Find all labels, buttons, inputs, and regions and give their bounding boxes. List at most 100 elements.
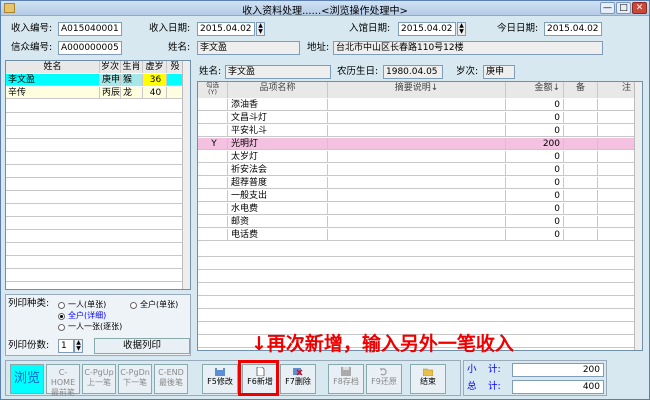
radio-household-detail[interactable]	[58, 313, 65, 320]
row-item: 电话费	[228, 229, 328, 241]
last-key: C-END	[158, 368, 184, 377]
address-label: 地址:	[307, 42, 330, 53]
row-amount: 0	[506, 112, 564, 124]
close-button[interactable]: ✕	[632, 2, 647, 14]
vertical-scrollbar[interactable]	[634, 82, 642, 350]
undo-icon	[380, 368, 387, 376]
col-year-header: 岁次	[100, 61, 121, 73]
row-year: 庚申	[100, 74, 121, 86]
radio-one-each[interactable]	[58, 324, 65, 331]
radio-household-single[interactable]	[130, 302, 137, 309]
row-age: 40	[143, 87, 167, 99]
row-item: 超荐普度	[228, 177, 328, 189]
row-check	[198, 112, 228, 124]
row-desc	[328, 164, 506, 176]
table-row[interactable]: 邮资 0	[198, 216, 636, 228]
prev-record-button[interactable]: C-PgUp 上一笔	[82, 364, 116, 394]
row-zodiac: 猴	[121, 74, 143, 86]
table-row[interactable]: 文昌斗灯 0	[198, 112, 636, 124]
believer-no-field[interactable]: A000000005	[58, 41, 122, 55]
edit-button[interactable]: F5修改	[202, 364, 238, 394]
row-age: 36	[143, 74, 167, 86]
vertical-scrollbar[interactable]	[182, 61, 190, 289]
table-row[interactable]: 一般支出 0	[198, 190, 636, 202]
print-copies-field[interactable]: 1	[58, 339, 74, 353]
maximize-button[interactable]: □	[616, 2, 631, 14]
add-button-highlight	[238, 360, 279, 396]
row-amount: 200	[506, 138, 564, 150]
table-row[interactable]: 添油香 0	[198, 99, 636, 111]
row-note2	[598, 216, 636, 228]
table-row[interactable]: 超荐普度 0	[198, 177, 636, 189]
row-note1	[564, 203, 598, 215]
last-label: 最後笔	[159, 378, 183, 387]
print-copies-label: 列印份数:	[8, 340, 50, 351]
row-note2	[598, 190, 636, 202]
items-table-header: 勾选 (Y) 品项名称 摘要说明↓ 金额↓ 备 注	[198, 82, 636, 98]
receipt-date-spinner[interactable]: ▲ ▼	[256, 22, 265, 36]
col-name-header: 姓名	[6, 61, 100, 73]
window-title: 收入资料处理......<浏览操作处理中>	[242, 6, 408, 17]
row-desc	[328, 177, 506, 189]
table-row[interactable]: 太岁灯 0	[198, 151, 636, 163]
delete-button[interactable]: F7删除	[280, 364, 316, 394]
subtotal-label-2: 计:	[488, 364, 501, 375]
detail-name-field: 李文盈	[225, 65, 331, 79]
prev-label: 上一笔	[87, 378, 111, 387]
row-check	[198, 229, 228, 241]
row-check	[198, 190, 228, 202]
row-item: 添油香	[228, 99, 328, 111]
row-note1	[564, 177, 598, 189]
row-check	[198, 125, 228, 137]
row-item: 一般支出	[228, 190, 328, 202]
row-item: 平安礼斗	[228, 125, 328, 137]
row-desc	[328, 125, 506, 137]
print-receipt-button[interactable]: 收据列印	[94, 338, 190, 354]
exit-button[interactable]: 结束	[410, 364, 446, 394]
row-name: 李文盈	[6, 74, 100, 86]
bottom-toolbar: 浏览 C-HOME 最前笔 C-PgUp 上一笔 C-PgDn 下一笔 C-END 最後…	[5, 360, 461, 397]
table-row[interactable]: 水电费 0	[198, 203, 636, 215]
entry-date-label: 入馆日期:	[349, 23, 391, 34]
table-row[interactable]: 祈安法会 0	[198, 164, 636, 176]
table-row[interactable]: 平安礼斗 0	[198, 125, 636, 137]
row-check	[198, 177, 228, 189]
first-record-button[interactable]: C-HOME 最前笔	[46, 364, 80, 397]
radio-one-person[interactable]	[58, 302, 65, 309]
row-name: 辛传	[6, 87, 100, 99]
row-amount: 0	[506, 229, 564, 241]
items-table: 勾选 (Y) 品项名称 摘要说明↓ 金额↓ 备 注 添油香 0 文昌斗灯 0 平安礼斗 0 Y…	[197, 81, 643, 351]
last-record-button[interactable]: C-END 最後笔	[154, 364, 188, 394]
receipt-date-field[interactable]: 2015.04.02	[197, 22, 255, 36]
row-item: 光明灯	[228, 138, 328, 150]
row-desc	[328, 190, 506, 202]
subtotal-label: 小	[467, 364, 477, 375]
restore-button[interactable]: F9还原	[366, 364, 402, 394]
row-amount: 0	[506, 99, 564, 111]
col-item-header: 品项名称	[228, 82, 328, 98]
row-check	[198, 203, 228, 215]
row-note2	[598, 203, 636, 215]
row-note1	[564, 99, 598, 111]
row-desc	[328, 112, 506, 124]
print-copies-spinner[interactable]: ▲ ▼	[74, 339, 83, 353]
address-field: 台北市中山区长春路110号12楼	[333, 41, 603, 55]
table-row[interactable]: 电话费 0	[198, 229, 636, 241]
row-note1	[564, 229, 598, 241]
col-age-header: 虚岁	[143, 61, 167, 73]
table-row[interactable]: 李文盈 庚申 猴 36	[6, 74, 184, 86]
save-button[interactable]: F8存档	[328, 364, 364, 394]
table-row[interactable]: 辛传 丙辰 龙 40	[6, 87, 184, 99]
minimize-button[interactable]: —	[600, 2, 615, 14]
table-row[interactable]: Y 光明灯 200	[198, 138, 636, 150]
entry-date-spinner[interactable]: ▲ ▼	[457, 22, 466, 36]
next-label: 下一笔	[123, 378, 147, 387]
believer-no-label: 信众编号:	[11, 42, 53, 53]
row-note1	[564, 112, 598, 124]
next-record-button[interactable]: C-PgDn 下一笔	[118, 364, 152, 394]
receipt-no-field[interactable]: A015040001	[58, 22, 122, 36]
row-note2	[598, 151, 636, 163]
row-note1	[564, 216, 598, 228]
browse-mode-button[interactable]: 浏览	[10, 364, 44, 394]
entry-date-field[interactable]: 2015.04.02	[398, 22, 456, 36]
